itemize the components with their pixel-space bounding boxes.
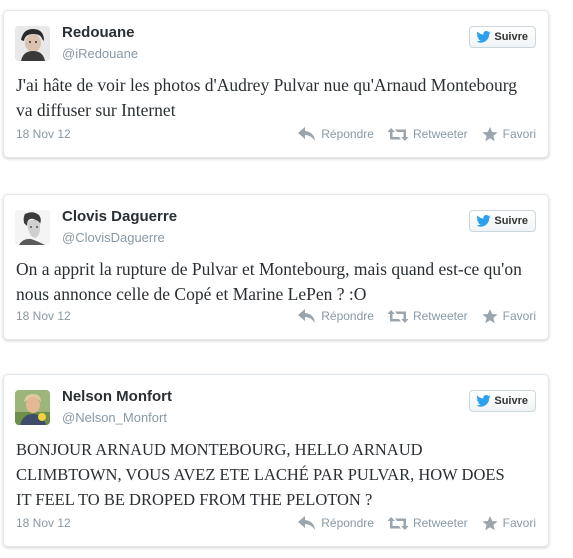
retweet-label: Retweeter: [412, 309, 468, 323]
favorite-label: Favori: [502, 309, 536, 323]
tweet-text: BONJOUR ARNAUD MONTEBOURG, HELLO ARNAUD …: [16, 440, 505, 509]
user-name[interactable]: Nelson Monfort: [62, 388, 172, 405]
tweet-card: Redouane @iRedouane Suivre J'ai hâte de …: [3, 10, 549, 158]
follow-label: Suivre: [494, 395, 528, 407]
tweet-card: Nelson Monfort @Nelson_Monfort Suivre BO…: [3, 374, 549, 547]
retweet-label: Retweeter: [412, 516, 468, 530]
reply-button[interactable]: Répondre: [298, 516, 374, 530]
reply-button[interactable]: Répondre: [298, 309, 374, 323]
tweet-footer: 18 Nov 12 Répondre Retweeter Favori: [16, 126, 536, 142]
star-icon: [482, 515, 498, 530]
retweet-icon: [387, 516, 408, 530]
twitter-bird-icon: [476, 215, 492, 227]
reply-label: Répondre: [321, 127, 374, 141]
reply-label: Répondre: [321, 309, 374, 323]
favorite-button[interactable]: Favori: [482, 308, 536, 324]
twitter-bird-icon: [476, 31, 492, 43]
follow-button[interactable]: Suivre: [469, 26, 536, 48]
favorite-button[interactable]: Favori: [482, 126, 536, 142]
favorite-label: Favori: [502, 127, 536, 141]
star-icon: [482, 126, 498, 141]
user-handle[interactable]: @Nelson_Monfort: [62, 410, 167, 425]
user-name[interactable]: Redouane: [62, 24, 135, 41]
follow-button[interactable]: Suivre: [469, 390, 536, 412]
reply-arrow-icon: [298, 309, 316, 323]
avatar[interactable]: [15, 26, 50, 61]
star-icon: [482, 308, 498, 323]
tweet-actions: Répondre Retweeter Favori: [298, 126, 536, 142]
follow-button[interactable]: Suivre: [469, 210, 536, 232]
retweet-button[interactable]: Retweeter: [387, 309, 468, 323]
favorite-label: Favori: [502, 516, 536, 530]
user-handle[interactable]: @ClovisDaguerre: [62, 230, 165, 245]
follow-label: Suivre: [494, 31, 528, 43]
reply-arrow-icon: [298, 516, 316, 530]
retweet-button[interactable]: Retweeter: [387, 516, 468, 530]
retweet-button[interactable]: Retweeter: [387, 127, 468, 141]
reply-button[interactable]: Répondre: [298, 127, 374, 141]
follow-label: Suivre: [494, 215, 528, 227]
retweet-icon: [387, 127, 408, 141]
user-name[interactable]: Clovis Daguerre: [62, 208, 177, 225]
tweet-text: J'ai hâte de voir les photos d'Audrey Pu…: [16, 75, 517, 120]
tweet-date[interactable]: 18 Nov 12: [16, 309, 298, 323]
user-handle[interactable]: @iRedouane: [62, 46, 138, 61]
retweet-label: Retweeter: [412, 127, 468, 141]
avatar[interactable]: [15, 390, 50, 425]
tweet-actions: Répondre Retweeter Favori: [298, 515, 536, 531]
tweet-text: On a apprit la rupture de Pulvar et Mont…: [16, 259, 522, 304]
twitter-bird-icon: [476, 395, 492, 407]
tweet-footer: 18 Nov 12 Répondre Retweeter Favori: [16, 308, 536, 324]
favorite-button[interactable]: Favori: [482, 515, 536, 531]
avatar[interactable]: [15, 210, 50, 245]
tweet-actions: Répondre Retweeter Favori: [298, 308, 536, 324]
retweet-icon: [387, 309, 408, 323]
reply-arrow-icon: [298, 127, 316, 141]
tweet-card: Clovis Daguerre @ClovisDaguerre Suivre O…: [3, 194, 549, 340]
tweet-date[interactable]: 18 Nov 12: [16, 516, 298, 530]
reply-label: Répondre: [321, 516, 374, 530]
tweet-date[interactable]: 18 Nov 12: [16, 127, 298, 141]
tweet-footer: 18 Nov 12 Répondre Retweeter Favori: [16, 515, 536, 531]
